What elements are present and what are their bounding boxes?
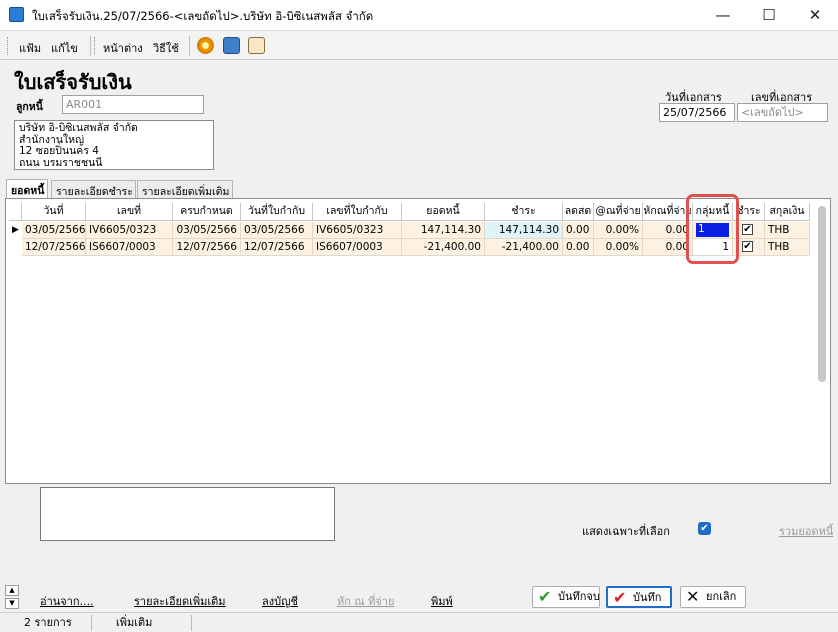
cell-invoice-date[interactable]: 03/05/2566 <box>241 222 313 239</box>
menu-help[interactable]: วิธีใช้ <box>153 39 179 57</box>
cell-doc-no[interactable]: IV6605/0323 <box>86 222 173 239</box>
menu-file[interactable]: แฟ้ม <box>19 39 41 57</box>
move-down-button[interactable]: ▼ <box>5 598 19 609</box>
menu-edit[interactable]: แก้ไข <box>51 39 78 57</box>
cell-invoice-date[interactable]: 12/07/2566 <box>241 239 313 256</box>
calculator-icon[interactable] <box>223 37 240 54</box>
total-debt-link[interactable]: รวมยอดหนี้ <box>779 522 833 540</box>
menu-toolbar: แฟ้ม แก้ไข หน้าต่าง วิธีใช้ <box>0 32 838 60</box>
toolbar-grip[interactable] <box>7 37 10 55</box>
cell-due-date[interactable]: 03/05/2566 <box>173 222 241 239</box>
address-line: 12 ซอยปิ่นนคร 4 <box>19 145 99 157</box>
highlight-annotation-box <box>686 194 739 264</box>
tab-debt[interactable]: ยอดหนี้ <box>6 179 48 198</box>
button-label: บันทึก <box>633 591 662 604</box>
cell-debt[interactable]: 147,114.30 <box>402 222 485 239</box>
app-icon <box>9 7 24 22</box>
doc-date-input[interactable]: 25/07/2566 <box>659 103 735 122</box>
print-link[interactable]: พิมพ์ <box>431 592 453 610</box>
cell-discount[interactable]: 0.00 <box>563 222 594 239</box>
show-selected-label: แสดงเฉพาะที่เลือก <box>582 525 670 538</box>
status-more: เพิ่มเติม <box>92 615 192 631</box>
debtor-label: ลูกหนี้ <box>16 101 43 113</box>
grid-header-corner <box>9 203 22 221</box>
toolbar-grip[interactable] <box>94 37 97 55</box>
cell-debt[interactable]: -21,400.00 <box>402 239 485 256</box>
window-title: ใบเสร็จรับเงิน.25/07/2566-<เลขถัดไป>.บริ… <box>32 9 374 23</box>
save-button[interactable]: ✔ บันทึก <box>606 586 672 608</box>
refresh-icon[interactable] <box>197 37 214 54</box>
menu-window[interactable]: หน้าต่าง <box>103 39 143 57</box>
tab-payment-detail[interactable]: รายละเอียดชำระ <box>51 180 136 198</box>
column-header[interactable]: ชำระ <box>485 203 563 221</box>
column-header[interactable]: เลขที่ <box>86 203 173 221</box>
title-bar: ใบเสร็จรับเงิน.25/07/2566-<เลขถัดไป>.บริ… <box>0 0 838 31</box>
cell-currency[interactable]: THB <box>765 239 810 256</box>
paid-checkbox[interactable]: ✔ <box>742 241 753 252</box>
cell-date[interactable]: 03/05/2566 <box>22 222 86 239</box>
memo-box[interactable] <box>40 487 335 541</box>
paid-checkbox[interactable]: ✔ <box>742 224 753 235</box>
toolbar-separator <box>189 36 190 56</box>
post-account-link[interactable]: ลงบัญชี <box>262 592 298 610</box>
address-line: ถนน บรมราชชนนี <box>19 156 103 169</box>
address-box[interactable]: บริษัท อิ-บิซิเนสพลัส จำกัด สำนักงานใหญ่… <box>14 120 214 170</box>
close-icon: ✕ <box>686 587 700 606</box>
cell-wht-rate[interactable]: 0.00% <box>594 239 643 256</box>
cell-date[interactable]: 12/07/2566 <box>22 239 86 256</box>
column-header[interactable]: ครบกำหนด <box>173 203 241 221</box>
form-title: ใบเสร็จรับเงิน <box>14 70 132 94</box>
column-header[interactable]: วันที่ใบกำกับ <box>241 203 313 221</box>
save-and-close-button[interactable]: ✔ บันทึกจบ <box>532 586 600 608</box>
tab-more-detail[interactable]: รายละเอียดเพิ่มเติม <box>137 180 233 198</box>
cell-pay[interactable]: -21,400.00 <box>485 239 563 256</box>
toolbar-separator <box>90 36 91 56</box>
cell-doc-no[interactable]: IS6607/0003 <box>86 239 173 256</box>
address-line: บริษัท อิ-บิซิเนสพลัส จำกัด <box>19 122 138 134</box>
debtor-code-input[interactable]: AR001 <box>62 95 204 114</box>
cell-due-date[interactable]: 12/07/2566 <box>173 239 241 256</box>
column-header[interactable]: ลดสด <box>563 203 594 221</box>
more-detail-link[interactable]: รายละเอียดเพิ่มเติม <box>134 592 226 610</box>
cell-pay[interactable]: 147,114.30 <box>485 222 563 239</box>
cell-invoice-no[interactable]: IV6605/0323 <box>313 222 402 239</box>
close-button[interactable]: ✕ <box>792 0 838 31</box>
column-header[interactable]: เลขที่ใบกำกับ <box>313 203 402 221</box>
column-header[interactable]: ยอดหนี้ <box>402 203 485 221</box>
column-header[interactable]: @ณที่จ่าย <box>594 203 643 221</box>
current-row-marker: ▶ <box>12 225 19 235</box>
cell-currency[interactable]: THB <box>765 222 810 239</box>
read-from-link[interactable]: อ่านจาก.... <box>40 592 94 610</box>
cancel-button[interactable]: ✕ ยกเลิก <box>680 586 746 608</box>
maximize-button[interactable]: ☐ <box>746 0 792 31</box>
notes-icon[interactable] <box>248 37 265 54</box>
cell-wht-rate[interactable]: 0.00% <box>594 222 643 239</box>
doc-no-input[interactable]: <เลขถัดไป> <box>737 103 828 122</box>
cell-invoice-no[interactable]: IS6607/0003 <box>313 239 402 256</box>
minimize-button[interactable]: — <box>700 0 746 31</box>
button-label: ยกเลิก <box>706 590 737 603</box>
status-bar: 2 รายการ เพิ่มเติม <box>0 612 838 632</box>
check-icon: ✔ <box>538 587 552 606</box>
column-header[interactable]: สกุลเงิน <box>765 203 810 221</box>
move-up-button[interactable]: ▲ <box>5 585 19 596</box>
cell-discount[interactable]: 0.00 <box>563 239 594 256</box>
column-header[interactable]: วันที่ <box>22 203 86 221</box>
button-label: บันทึกจบ <box>558 590 600 603</box>
grid-scrollbar[interactable] <box>818 206 826 382</box>
withholding-tax-link[interactable]: หัก ณ ที่จ่าย <box>337 592 394 610</box>
show-selected-checkbox[interactable]: ✔ <box>698 522 711 535</box>
record-count: 2 รายการ <box>0 615 92 631</box>
check-icon: ✔ <box>613 588 627 607</box>
